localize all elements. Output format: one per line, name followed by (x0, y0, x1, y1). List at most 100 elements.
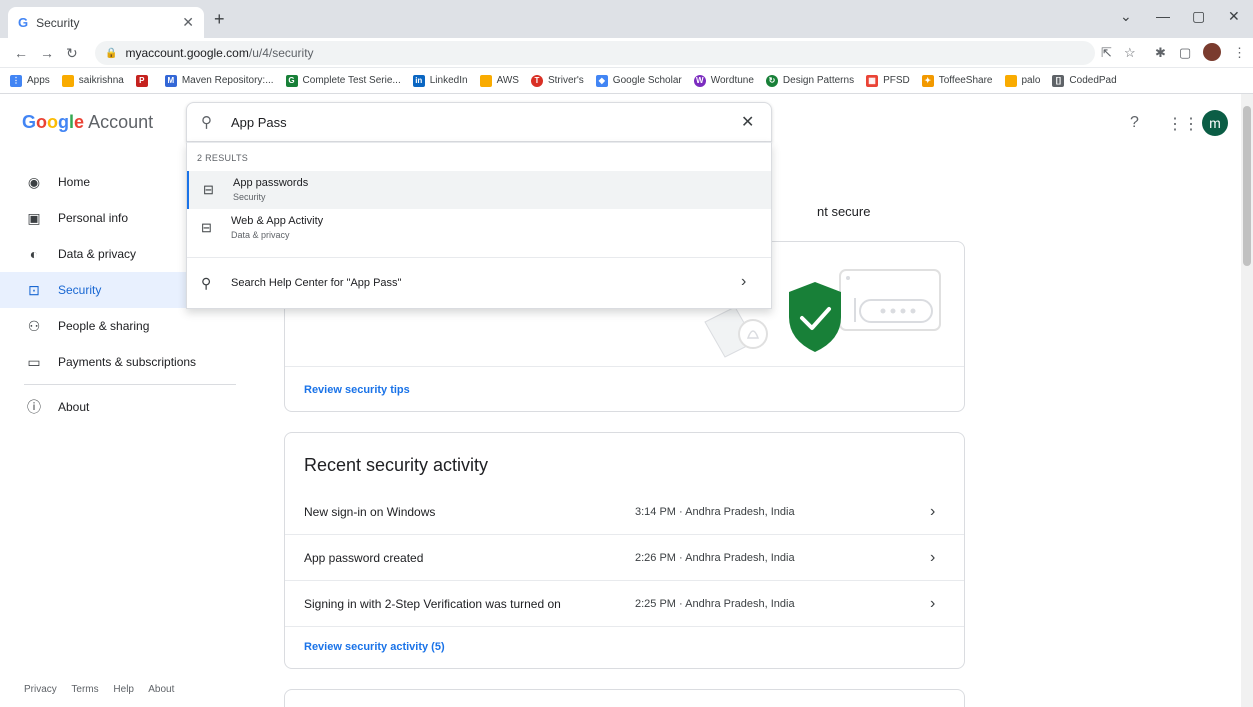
bookmark-item[interactable]: in LinkedIn (412, 74, 468, 87)
about-link[interactable]: About (148, 684, 174, 695)
bookmark-star-icon[interactable]: ☆ (1124, 45, 1136, 61)
activity-event: Signing in with 2-Step Verification was … (304, 596, 561, 611)
pfsd-favicon-icon: ▦ (866, 74, 879, 87)
close-tab-icon[interactable]: ✕ (182, 14, 194, 31)
bookmark-item[interactable]: ↻ Design Patterns (765, 74, 854, 87)
footer-links: Privacy Terms Help About (24, 684, 186, 695)
maximize-icon[interactable]: ▢ (1192, 8, 1205, 25)
sidebar-item-label: Security (58, 283, 102, 297)
url-host: myaccount.google.com (125, 46, 249, 60)
tab-search-icon[interactable]: ⌄ (1120, 8, 1132, 25)
sidebar-item-about[interactable]: ⓘ About (0, 389, 240, 425)
sidebar-item-label: Payments & subscriptions (58, 355, 197, 369)
settings-page-icon: ⊟ (201, 220, 212, 235)
sidebar-item-people-sharing[interactable]: ⚇ People & sharing (0, 308, 240, 344)
terms-link[interactable]: Terms (71, 684, 98, 695)
activity-time-location: 2:26 PM · Andhra Pradesh, India (635, 551, 795, 564)
review-security-tips-link[interactable]: Review security tips (304, 384, 410, 396)
settings-page-icon: ⊟ (203, 182, 214, 197)
new-tab-icon[interactable]: + (214, 9, 225, 30)
result-title: Web & App Activity (231, 215, 324, 227)
lock-icon: ⊡ (28, 281, 40, 298)
bookmark-item[interactable]: AWS (479, 74, 519, 87)
info-icon: ⓘ (27, 399, 41, 415)
maven-favicon-icon: M (164, 74, 177, 87)
back-arrow-icon[interactable]: ← (14, 45, 28, 61)
review-security-activity-link[interactable]: Review security activity (5) (304, 641, 445, 653)
folder-icon (61, 74, 74, 87)
scrollbar-thumb[interactable] (1243, 106, 1251, 266)
browser-profile-avatar[interactable] (1203, 43, 1221, 61)
chevron-right-icon: › (930, 548, 936, 566)
result-title: App passwords (233, 177, 309, 189)
reload-icon[interactable]: ↻ (66, 45, 78, 62)
account-label: Account (88, 112, 154, 132)
sidebar-divider (24, 384, 236, 385)
bookmark-item[interactable]: M Maven Repository:... (164, 74, 274, 87)
help-link[interactable]: Help (113, 684, 134, 695)
search-results-dropdown: 2 RESULTS ⊟ App passwords Security ⊟ Web… (186, 142, 772, 309)
chevron-right-icon: › (930, 502, 936, 520)
sidebar-item-payments[interactable]: ▭ Payments & subscriptions (0, 344, 240, 380)
bookmark-item[interactable]: ◆ Google Scholar (595, 74, 682, 87)
bookmark-item[interactable]: W Wordtune (693, 74, 754, 87)
next-card-partial (284, 689, 965, 707)
minimize-icon[interactable]: — (1156, 8, 1170, 24)
url-bar[interactable]: 🔒 myaccount.google.com/u/4/security (95, 41, 1095, 65)
review-activity-row: Review security activity (5) (304, 637, 445, 655)
google-account-logo[interactable]: Google Account (22, 112, 153, 133)
close-window-icon[interactable]: ✕ (1228, 8, 1240, 25)
google-favicon-icon: G (18, 15, 29, 30)
gfg-favicon-icon: G (285, 74, 298, 87)
activity-event: New sign-in on Windows (304, 504, 436, 519)
sidepanel-icon[interactable]: ▢ (1179, 45, 1191, 61)
activity-time-location: 3:14 PM · Andhra Pradesh, India (635, 505, 795, 518)
activity-row[interactable]: App password created 2:26 PM · Andhra Pr… (285, 535, 964, 581)
activity-row[interactable]: Signing in with 2-Step Verification was … (285, 581, 964, 627)
browser-tab[interactable]: G Security ✕ (8, 7, 204, 38)
clear-search-icon[interactable]: ✕ (741, 112, 754, 132)
search-result-web-app-activity[interactable]: ⊟ Web & App Activity Data & privacy (187, 209, 771, 247)
address-bar-row: ← → ↻ 🔒 myaccount.google.com/u/4/securit… (0, 38, 1253, 68)
toffeeshare-favicon-icon: ✦ (921, 74, 934, 87)
chrome-menu-icon[interactable]: ⋮ (1233, 45, 1246, 61)
bookmark-item[interactable]: saikrishna (61, 74, 124, 87)
design-patterns-favicon-icon: ↻ (765, 74, 778, 87)
bookmark-item[interactable]: palo (1004, 74, 1040, 87)
results-count: 2 RESULTS (197, 153, 249, 163)
privacy-link[interactable]: Privacy (24, 684, 57, 695)
bookmark-item[interactable]: G Complete Test Serie... (285, 74, 401, 87)
bookmark-item[interactable]: T Striver's (530, 74, 584, 87)
extensions-icon[interactable]: ✱ (1155, 45, 1166, 61)
folder-icon (479, 74, 492, 87)
folder-icon (1004, 74, 1017, 87)
sidebar-item-label: Data & privacy (58, 247, 137, 261)
help-center-text: Search Help Center for "App Pass" (231, 277, 402, 289)
search-help-center-row[interactable]: ⚲ Search Help Center for "App Pass" › (187, 265, 771, 301)
activity-row[interactable]: New sign-in on Windows 3:14 PM · Andhra … (285, 489, 964, 535)
forward-arrow-icon[interactable]: → (40, 45, 54, 61)
google-wordmark: Google (22, 112, 85, 132)
help-icon[interactable]: ? (1130, 114, 1139, 132)
share-icon[interactable]: ⇱ (1101, 45, 1112, 61)
bookmark-item[interactable]: ⋮ Apps (10, 74, 50, 87)
bookmark-item[interactable]: ✦ ToffeeShare (921, 74, 993, 87)
chevron-right-icon: › (741, 273, 747, 290)
recent-activity-card: Recent security activity New sign-in on … (284, 432, 965, 669)
apps-grid-icon: ⋮ (10, 74, 22, 87)
bookmark-item[interactable]: [] CodedPad (1052, 74, 1117, 87)
chevron-right-icon: › (930, 594, 936, 612)
toggle-icon: ◐ (29, 246, 39, 262)
search-result-app-passwords[interactable]: ⊟ App passwords Security (187, 171, 771, 209)
page-scrollbar[interactable] (1241, 94, 1253, 707)
account-avatar[interactable]: m (1202, 110, 1228, 136)
bookmark-item[interactable]: P (135, 74, 153, 87)
search-icon: ⚲ (201, 114, 212, 131)
account-search-box: ⚲ ✕ (186, 102, 772, 142)
credit-card-icon: ▭ (27, 353, 41, 370)
people-icon: ⚇ (27, 317, 41, 334)
sidebar-item-label: Home (58, 175, 91, 189)
bookmark-item[interactable]: ▦ PFSD (866, 74, 910, 87)
review-tips-row: Review security tips (285, 366, 964, 412)
search-input[interactable] (231, 111, 731, 133)
